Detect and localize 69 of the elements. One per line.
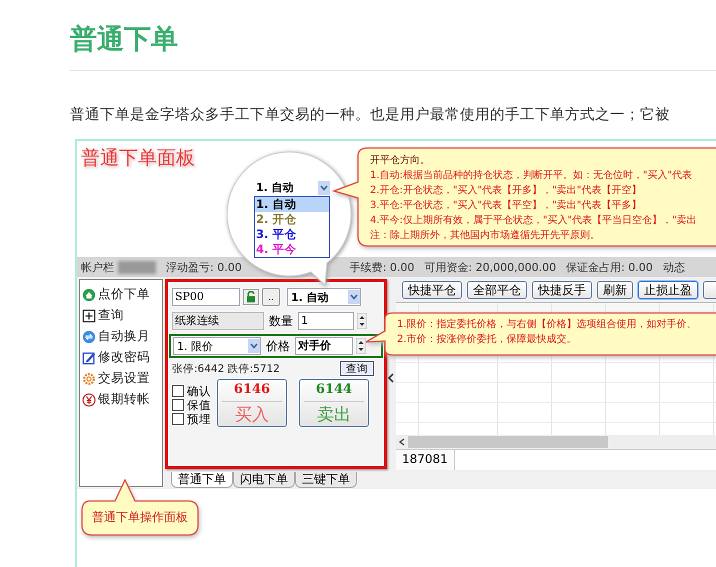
- callout-text: 1.自动:根据当前品种的持仓状态，判断开平。如：无仓位时，"买入"代表: [370, 168, 694, 183]
- direction-dropdown[interactable]: 1. 自动: [254, 179, 330, 196]
- checkbox[interactable]: [172, 413, 184, 425]
- account-tab[interactable]: 187081: [396, 450, 455, 470]
- scroll-left-icon[interactable]: [398, 437, 406, 447]
- checkbox[interactable]: [172, 399, 184, 411]
- cycle-icon: [82, 330, 96, 344]
- buy-button[interactable]: 6146 买入: [217, 379, 287, 427]
- price-label: 价格: [265, 338, 291, 354]
- chevron-left-icon[interactable]: [387, 373, 395, 383]
- sidebar-item[interactable]: 修改密码: [98, 349, 150, 366]
- sidebar-item[interactable]: 交易设置: [98, 370, 150, 387]
- checkbox-label: 预埋: [187, 412, 211, 426]
- article-paragraph: 普通下单是金字塔众多手工下单交易的一种。也是用户最常使用的手工下单方式之一；它被: [70, 106, 671, 125]
- edit-icon: [82, 350, 96, 364]
- checkbox-label: 确认: [187, 384, 211, 398]
- callout-text: 普通下单操作面板: [92, 510, 189, 525]
- price-type-select[interactable]: 1. 限价: [173, 337, 261, 355]
- callout-text: 1.限价：指定委托价格，与右侧【价格】选项组合使用，如对手价、: [397, 318, 698, 332]
- gear-icon: [82, 372, 96, 386]
- toolbar-button[interactable]: 刷新: [597, 281, 633, 299]
- account-label: 帐户栏: [81, 260, 114, 274]
- price-limits-text: 张停:6442 跌停:5712: [172, 362, 280, 376]
- quantity-field[interactable]: 1: [298, 312, 354, 330]
- toolbar-button[interactable]: 快捷反手: [532, 281, 592, 299]
- house-icon: [82, 288, 96, 302]
- padlock-icon[interactable]: [243, 289, 259, 305]
- redacted-value: [118, 260, 156, 274]
- dropdown-option[interactable]: 4. 平今: [255, 242, 329, 257]
- callout-text: 注：除上期所外，其他国内市场遵循先开先平原则。: [370, 228, 601, 243]
- sidebar-item[interactable]: 点价下单: [98, 286, 150, 303]
- callout-text: 2.市价：按涨停价委托，保障最快成交。: [397, 332, 578, 347]
- panel-tab[interactable]: 三键下单: [295, 472, 357, 488]
- callout-text: 2.开仓:开仓状态，"买入"代表【开多】，"卖出"代表【开空】: [370, 184, 642, 198]
- quantity-label: 数量: [268, 312, 294, 330]
- panel-tab[interactable]: 普通下单: [171, 472, 233, 488]
- yen-icon: [82, 392, 96, 406]
- checkbox[interactable]: [172, 385, 184, 397]
- panel-caption: 普通下单面板: [81, 147, 195, 169]
- toolbar-button[interactable]: 全部平仓: [467, 281, 527, 299]
- checkbox-label: 保值: [187, 398, 211, 412]
- status-field: 动态: [662, 260, 685, 274]
- callout-text: 3.平仓:平仓状态，"买入"代表【平空】，"卖出"代表【平多】: [370, 198, 642, 213]
- dropdown-option[interactable]: 1. 自动: [255, 197, 329, 212]
- sidebar-item[interactable]: 银期转帐: [98, 391, 150, 408]
- article-title: 普通下单: [70, 23, 179, 57]
- toolbar-button[interactable]: 快捷平仓: [402, 281, 462, 299]
- dropdown-option[interactable]: 2. 开仓: [255, 212, 329, 227]
- toolbar-button[interactable]: 止损止盈: [638, 281, 698, 299]
- contract-name-field: 纸浆连续: [172, 312, 264, 330]
- status-field: 浮动盈亏: 0.00: [166, 260, 242, 274]
- status-field: 可用资金: 20,000,000.00: [424, 260, 556, 274]
- spinner-icon[interactable]: [357, 313, 367, 329]
- callout-title: 开平仓方向。: [370, 154, 431, 168]
- sidebar-item[interactable]: 自动换月: [98, 328, 150, 345]
- panel-tab[interactable]: 闪电下单: [233, 472, 295, 488]
- contract-field[interactable]: SP00: [172, 288, 240, 306]
- sidebar-item[interactable]: 查询: [98, 307, 124, 324]
- status-field: 保证金占用: 0.00: [566, 260, 653, 274]
- sell-button[interactable]: 6144 卖出: [299, 379, 369, 427]
- query-button[interactable]: 查询: [340, 361, 374, 376]
- status-field: 手续费: 0.00: [350, 260, 414, 274]
- spinner-icon[interactable]: [356, 338, 366, 354]
- direction-select[interactable]: 1. 自动: [287, 288, 361, 306]
- plus-box-icon: [82, 308, 96, 322]
- dropdown-option[interactable]: 3. 平仓: [255, 227, 329, 242]
- browse-button[interactable]: ..: [262, 288, 280, 306]
- price-select[interactable]: 对手价: [295, 337, 353, 355]
- callout-text: 4.平今:仅上期所有效，属于平仓状态，"买入"代表【平当日空仓】，"卖出: [370, 214, 698, 228]
